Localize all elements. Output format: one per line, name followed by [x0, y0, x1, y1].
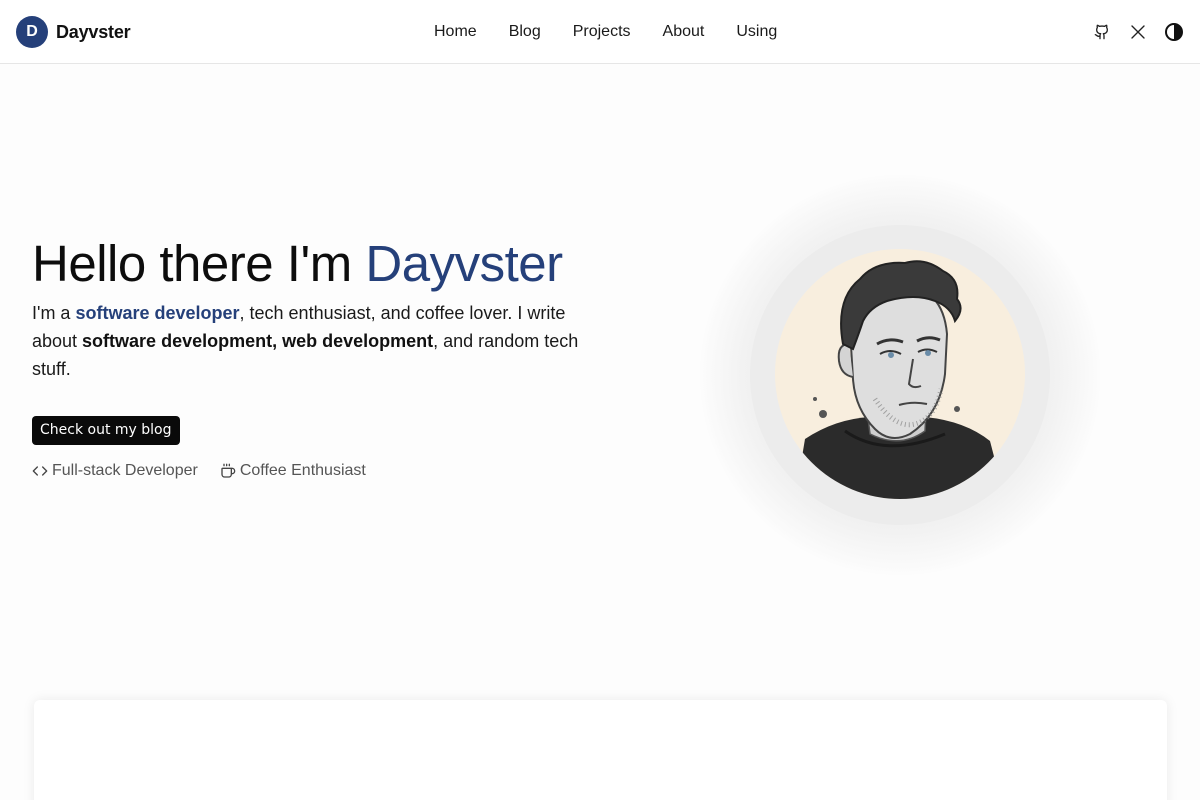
nav-using[interactable]: Using [736, 23, 777, 41]
page: D Dayvster Home Blog Projects About Usin… [0, 0, 1200, 800]
hero-description: I'm a software developer, tech enthusias… [32, 299, 612, 383]
tag-coffee-label: Coffee Enthusiast [239, 462, 366, 479]
code-icon [32, 466, 48, 476]
desc-strong: software development, web development [82, 331, 434, 351]
nav-projects[interactable]: Projects [573, 23, 631, 41]
x-icon[interactable] [1126, 20, 1150, 44]
hero-title-prefix: Hello there I'm [32, 235, 366, 292]
hero-tags: Full-stack Developer Coffee Enthusiast [32, 462, 388, 480]
nav-about[interactable]: About [663, 23, 705, 41]
software-developer-link[interactable]: software developer [75, 303, 239, 323]
tag-coffee: Coffee Enthusiast [220, 462, 366, 480]
brand-logo-link[interactable]: D Dayvster [16, 16, 131, 48]
hero-title-name: Dayvster [365, 235, 563, 292]
theme-toggle-icon[interactable] [1162, 20, 1186, 44]
nav-blog[interactable]: Blog [509, 23, 541, 41]
main-nav: Home Blog Projects About Using [418, 20, 793, 44]
brand-badge: D [16, 16, 48, 48]
hero-title: Hello there I'm Dayvster [32, 234, 563, 294]
desc-part-1: I'm a [32, 303, 76, 323]
tag-fullstack: Full-stack Developer [32, 462, 198, 480]
coffee-icon [221, 463, 236, 478]
site-header: D Dayvster Home Blog Projects About Usin… [0, 0, 1200, 64]
check-out-blog-button[interactable]: Check out my blog [32, 416, 180, 445]
github-icon[interactable] [1090, 20, 1114, 44]
header-actions [1078, 20, 1186, 44]
content-card [34, 700, 1167, 800]
tag-fullstack-label: Full-stack Developer [52, 462, 198, 479]
brand-name: Dayvster [56, 21, 131, 42]
avatar-portrait [775, 249, 1025, 499]
nav-home[interactable]: Home [434, 23, 477, 41]
